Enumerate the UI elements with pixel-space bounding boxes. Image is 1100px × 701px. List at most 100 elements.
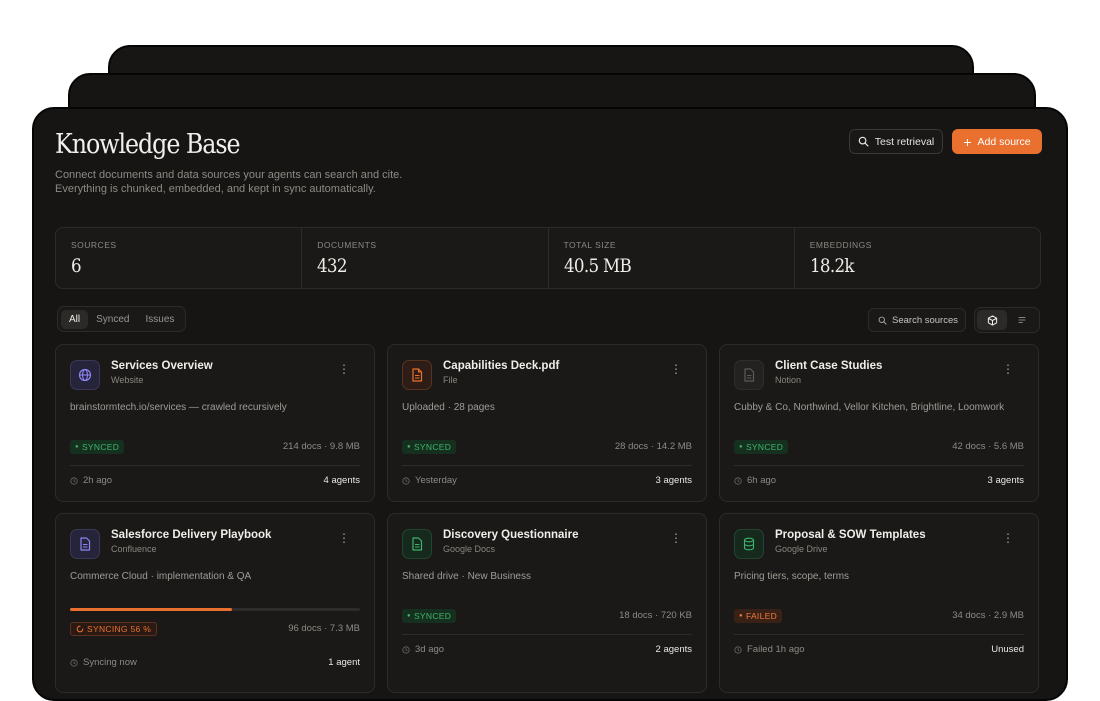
stat-sources: SOURCES 6 — [56, 228, 303, 288]
filter-tab-synced[interactable]: Synced — [88, 310, 137, 329]
card-divider — [734, 634, 1024, 635]
add-source-button[interactable]: + Add source — [952, 129, 1042, 154]
search-icon — [878, 316, 887, 325]
more-menu-icon[interactable]: ⋮ — [670, 532, 682, 544]
source-type: Notion — [775, 375, 802, 385]
subtitle-line-2: Everything is chunked, embedded, and kep… — [55, 183, 376, 195]
sync-spinner-icon — [76, 625, 84, 633]
status-label: SYNCED — [413, 442, 452, 452]
status-badge: ● SYNCED — [70, 440, 125, 454]
source-description: Cubby & Co, Northwind, Vellor Kitchen, B… — [734, 402, 1005, 413]
status-dot-icon: ● — [407, 444, 411, 450]
source-name: Capabilities Deck.pdf — [443, 360, 560, 372]
stat-total-size: TOTAL SIZE 40.5 MB — [549, 228, 795, 288]
clock-icon — [70, 476, 78, 485]
source-type: Google Drive — [775, 544, 828, 554]
source-card[interactable]: Discovery Questionnaire Google Docs ⋮ Sh… — [387, 513, 707, 693]
status-label: SYNCED — [81, 442, 120, 452]
test-retrieval-label: Test retrieval — [874, 135, 935, 148]
source-type: Google Docs — [443, 544, 496, 554]
source-stats: 214 docs · 9.8 MB — [282, 441, 360, 452]
source-card[interactable]: Proposal & SOW Templates Google Drive ⋮ … — [719, 513, 1039, 693]
stat-value: 6 — [71, 255, 82, 277]
globe-icon — [70, 360, 100, 390]
last-sync-label: 6h ago — [747, 475, 777, 486]
agents-count: 4 agents — [323, 475, 360, 486]
status-badge: ● SYNCED — [402, 440, 457, 454]
clock-icon — [402, 476, 410, 485]
sync-progress-fill — [70, 608, 233, 611]
more-menu-icon[interactable]: ⋮ — [1002, 532, 1014, 544]
agents-count: 3 agents — [987, 475, 1024, 486]
stat-value: 432 — [317, 255, 348, 277]
test-retrieval-button[interactable]: Test retrieval — [849, 129, 943, 154]
source-description: Commerce Cloud · implementation & QA — [70, 571, 252, 582]
search-icon — [858, 136, 869, 147]
last-sync-label: Failed 1h ago — [747, 644, 805, 655]
filter-tab-all[interactable]: All — [61, 309, 89, 329]
source-name: Discovery Questionnaire — [443, 529, 579, 541]
file-icon — [402, 360, 432, 390]
stat-value: 18.2k — [809, 255, 855, 277]
list-view-button[interactable] — [1007, 310, 1037, 330]
more-menu-icon[interactable]: ⋮ — [338, 363, 350, 375]
card-divider — [402, 465, 692, 466]
stat-embeddings: EMBEDDINGS 18.2k — [795, 228, 1040, 288]
stat-value: 40.5 MB — [563, 255, 632, 277]
status-badge: ● SYNCED — [402, 609, 457, 623]
source-stats: 42 docs · 5.6 MB — [952, 441, 1024, 452]
status-badge: SYNCING 56 % — [70, 622, 158, 636]
last-sync: Yesterday — [402, 475, 457, 486]
notion-doc-icon — [734, 360, 764, 390]
status-label: SYNCED — [745, 442, 784, 452]
view-toggle — [974, 307, 1040, 333]
last-sync: 6h ago — [734, 475, 776, 486]
last-sync: Failed 1h ago — [734, 644, 805, 655]
source-type: Website — [111, 375, 144, 385]
source-stats: 96 docs · 7.3 MB — [288, 623, 360, 634]
source-card[interactable]: Client Case Studies Notion ⋮ Cubby & Co,… — [719, 344, 1039, 502]
last-sync-label: Yesterday — [415, 475, 457, 486]
status-badge: ● SYNCED — [734, 440, 789, 454]
status-dot-icon: ● — [407, 613, 411, 619]
last-sync-label: 3d ago — [415, 644, 445, 655]
source-name: Salesforce Delivery Playbook — [111, 529, 272, 541]
stat-label: TOTAL SIZE — [563, 240, 617, 250]
source-stats: 18 docs · 720 KB — [619, 610, 692, 621]
last-sync-label: Syncing now — [83, 657, 137, 668]
database-icon — [734, 529, 764, 559]
stat-label: SOURCES — [71, 240, 117, 250]
more-menu-icon[interactable]: ⋮ — [338, 532, 350, 544]
status-dot-icon: ● — [75, 444, 79, 450]
source-card[interactable]: Services Overview Website ⋮ brainstormte… — [55, 344, 375, 502]
confluence-doc-icon — [70, 529, 100, 559]
plus-icon: + — [963, 133, 972, 150]
agents-count: 1 agent — [328, 657, 360, 668]
more-menu-icon[interactable]: ⋮ — [670, 363, 682, 375]
stat-label: EMBEDDINGS — [809, 240, 872, 250]
source-description: Shared drive · New Business — [402, 571, 531, 582]
clock-icon — [734, 645, 742, 654]
source-description: brainstormtech.io/services — crawled rec… — [70, 402, 287, 413]
cube-icon — [987, 314, 997, 326]
clock-icon — [70, 658, 78, 667]
grid-view-button[interactable] — [977, 310, 1007, 330]
card-divider — [70, 465, 360, 466]
list-icon — [1018, 317, 1026, 323]
page-subtitle: Connect documents and data sources your … — [55, 168, 475, 196]
status-dot-icon: ● — [739, 613, 743, 619]
page-title: Knowledge Base — [55, 129, 241, 160]
source-card[interactable]: Salesforce Delivery Playbook Confluence … — [55, 513, 375, 693]
filter-tabs: All Synced Issues — [57, 306, 187, 332]
last-sync: 3d ago — [402, 644, 444, 655]
filter-tab-issues[interactable]: Issues — [137, 310, 182, 329]
source-card[interactable]: Capabilities Deck.pdf File ⋮ Uploaded · … — [387, 344, 707, 502]
more-menu-icon[interactable]: ⋮ — [1002, 363, 1014, 375]
search-sources-input[interactable]: Search sources — [868, 308, 966, 332]
google-doc-icon — [402, 529, 432, 559]
source-name: Services Overview — [111, 360, 213, 372]
sync-progress-bar — [70, 608, 360, 611]
agents-count: Unused — [991, 644, 1024, 655]
stats-bar: SOURCES 6 DOCUMENTS 432 TOTAL SIZE 40.5 … — [55, 227, 1041, 289]
source-name: Client Case Studies — [775, 360, 883, 372]
